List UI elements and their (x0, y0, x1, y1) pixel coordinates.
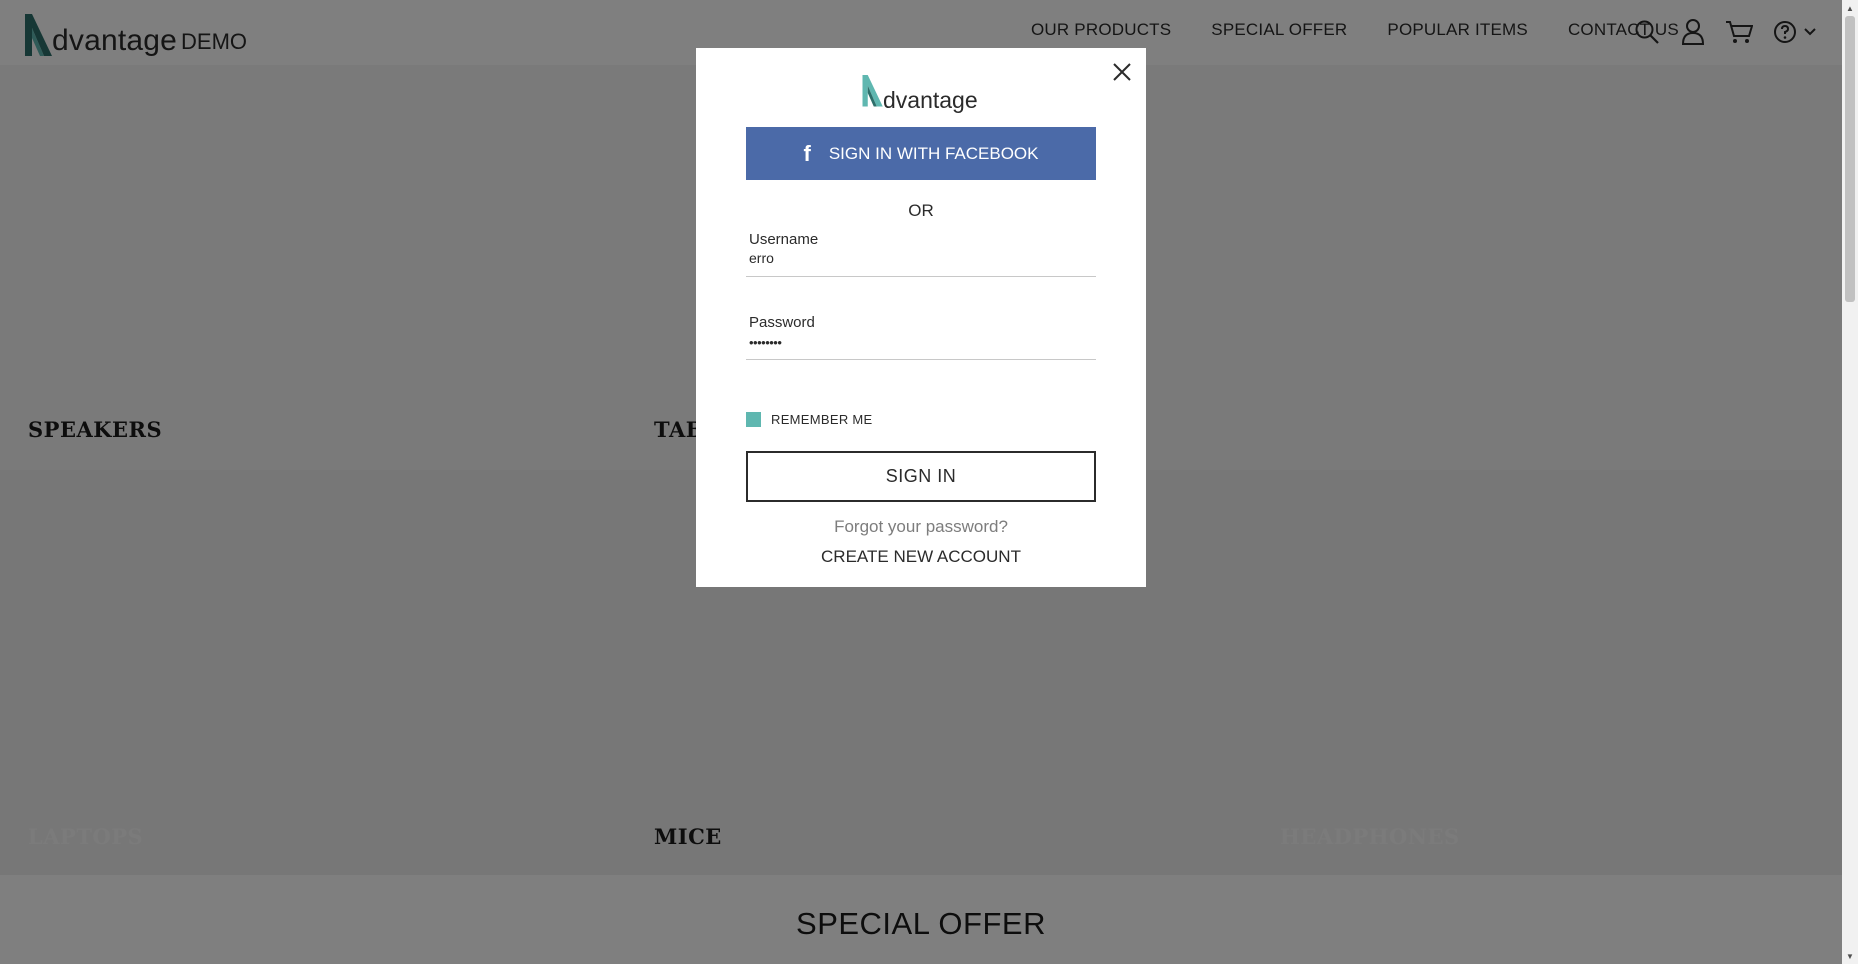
scroll-down-arrow-icon[interactable]: ▼ (1842, 948, 1858, 964)
remember-me[interactable]: REMEMBER ME (746, 412, 873, 427)
forgot-password-link[interactable]: Forgot your password? (696, 517, 1146, 537)
username-field[interactable]: Username (746, 231, 1096, 277)
modal-logo-name: dvantage (883, 87, 978, 113)
facebook-icon: f (803, 140, 811, 166)
modal-logo: dvantage (860, 72, 978, 113)
scroll-up-arrow-icon[interactable]: ▲ (1842, 0, 1858, 16)
scroll-thumb[interactable] (1845, 16, 1855, 302)
or-separator: OR (908, 201, 934, 220)
remember-me-label: REMEMBER ME (771, 412, 873, 427)
signin-button[interactable]: SIGN IN (746, 451, 1096, 502)
facebook-signin-button[interactable]: f SIGN IN WITH FACEBOOK (746, 127, 1096, 180)
page: dvantage DEMO OUR PRODUCTS SPECIAL OFFER… (0, 0, 1858, 964)
login-modal: dvantage f SIGN IN WITH FACEBOOK OR User… (696, 48, 1146, 587)
password-field[interactable]: Password •••••••• (746, 314, 1096, 360)
password-label: Password (749, 314, 815, 331)
remember-me-checkbox[interactable] (746, 412, 761, 427)
facebook-signin-label: SIGN IN WITH FACEBOOK (828, 143, 1039, 163)
username-label: Username (749, 231, 819, 248)
page-scrollbar[interactable]: ▲ ▼ (1842, 0, 1858, 964)
username-input[interactable] (749, 250, 1089, 266)
create-account-link[interactable]: CREATE NEW ACCOUNT (696, 547, 1146, 567)
password-input[interactable]: •••••••• (749, 335, 1089, 350)
close-icon[interactable] (1110, 60, 1134, 84)
